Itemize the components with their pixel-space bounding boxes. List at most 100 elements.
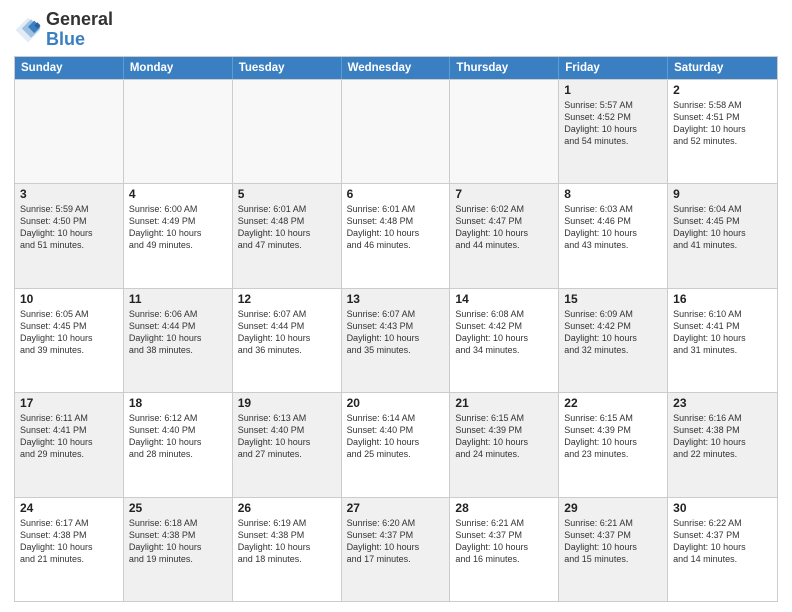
- calendar-cell: 3 Sunrise: 5:59 AM Sunset: 4:50 PM Daylig…: [15, 184, 124, 287]
- calendar-cell: 4Sunrise: 6:00 AM Sunset: 4:49 PM Daylig…: [124, 184, 233, 287]
- calendar-cell: 12Sunrise: 6:07 AM Sunset: 4:44 PM Dayli…: [233, 289, 342, 392]
- logo: General Blue: [14, 10, 113, 50]
- calendar-cell: 29 Sunrise: 6:21 AM Sunset: 4:37 PM Dayli…: [559, 498, 668, 601]
- day-number: 3: [20, 187, 118, 201]
- day-info: Sunrise: 6:01 AM Sunset: 4:48 PM Dayligh…: [347, 203, 445, 252]
- calendar-cell: 2Sunrise: 5:58 AM Sunset: 4:51 PM Daylig…: [668, 80, 777, 183]
- day-info: Sunrise: 6:08 AM Sunset: 4:42 PM Dayligh…: [455, 308, 553, 357]
- calendar-cell: 22 Sunrise: 6:15 AM Sunset: 4:39 PM Dayli…: [559, 393, 668, 496]
- day-number: 27: [347, 501, 445, 515]
- day-info: Sunrise: 6:18 AM Sunset: 4:38 PM Dayligh…: [129, 517, 227, 566]
- day-number: 10: [20, 292, 118, 306]
- day-number: 17: [20, 396, 118, 410]
- calendar-body: 1 Sunrise: 5:57 AM Sunset: 4:52 PM Daylig…: [15, 79, 777, 601]
- calendar: SundayMondayTuesdayWednesdayThursdayFrid…: [14, 56, 778, 602]
- day-info: Sunrise: 6:14 AM Sunset: 4:40 PM Dayligh…: [347, 412, 445, 461]
- day-number: 28: [455, 501, 553, 515]
- day-number: 18: [129, 396, 227, 410]
- day-number: 16: [673, 292, 772, 306]
- calendar-cell: 9Sunrise: 6:04 AM Sunset: 4:45 PM Daylig…: [668, 184, 777, 287]
- calendar-cell: 11 Sunrise: 6:06 AM Sunset: 4:44 PM Dayli…: [124, 289, 233, 392]
- calendar-header: SundayMondayTuesdayWednesdayThursdayFrid…: [15, 57, 777, 79]
- calendar-cell: 14 Sunrise: 6:08 AM Sunset: 4:42 PM Dayli…: [450, 289, 559, 392]
- day-number: 15: [564, 292, 662, 306]
- calendar-cell: 27 Sunrise: 6:20 AM Sunset: 4:37 PM Dayli…: [342, 498, 451, 601]
- weekday-header-thursday: Thursday: [450, 57, 559, 79]
- day-number: 6: [347, 187, 445, 201]
- calendar-cell: 13 Sunrise: 6:07 AM Sunset: 4:43 PM Dayli…: [342, 289, 451, 392]
- day-number: 12: [238, 292, 336, 306]
- day-number: 7: [455, 187, 553, 201]
- calendar-cell: 16 Sunrise: 6:10 AM Sunset: 4:41 PM Dayli…: [668, 289, 777, 392]
- day-info: Sunrise: 6:20 AM Sunset: 4:37 PM Dayligh…: [347, 517, 445, 566]
- day-info: Sunrise: 6:12 AM Sunset: 4:40 PM Dayligh…: [129, 412, 227, 461]
- calendar-cell: [233, 80, 342, 183]
- day-number: 26: [238, 501, 336, 515]
- calendar-cell: 18 Sunrise: 6:12 AM Sunset: 4:40 PM Dayli…: [124, 393, 233, 496]
- day-info: Sunrise: 6:19 AM Sunset: 4:38 PM Dayligh…: [238, 517, 336, 566]
- calendar-row-3: 10Sunrise: 6:05 AM Sunset: 4:45 PM Dayli…: [15, 288, 777, 392]
- day-info: Sunrise: 6:04 AM Sunset: 4:45 PM Dayligh…: [673, 203, 772, 252]
- day-number: 22: [564, 396, 662, 410]
- calendar-cell: 5Sunrise: 6:01 AM Sunset: 4:48 PM Daylig…: [233, 184, 342, 287]
- day-info: Sunrise: 6:15 AM Sunset: 4:39 PM Dayligh…: [564, 412, 662, 461]
- day-number: 19: [238, 396, 336, 410]
- calendar-cell: 24Sunrise: 6:17 AM Sunset: 4:38 PM Dayli…: [15, 498, 124, 601]
- calendar-cell: 8Sunrise: 6:03 AM Sunset: 4:46 PM Daylig…: [559, 184, 668, 287]
- day-number: 14: [455, 292, 553, 306]
- calendar-cell: 21Sunrise: 6:15 AM Sunset: 4:39 PM Dayli…: [450, 393, 559, 496]
- day-info: Sunrise: 6:17 AM Sunset: 4:38 PM Dayligh…: [20, 517, 118, 566]
- day-info: Sunrise: 6:00 AM Sunset: 4:49 PM Dayligh…: [129, 203, 227, 252]
- page: General Blue SundayMondayTuesdayWednesda…: [0, 0, 792, 612]
- day-number: 13: [347, 292, 445, 306]
- day-number: 29: [564, 501, 662, 515]
- calendar-cell: 19 Sunrise: 6:13 AM Sunset: 4:40 PM Dayli…: [233, 393, 342, 496]
- calendar-row-4: 17Sunrise: 6:11 AM Sunset: 4:41 PM Dayli…: [15, 392, 777, 496]
- weekday-header-saturday: Saturday: [668, 57, 777, 79]
- calendar-cell: 6 Sunrise: 6:01 AM Sunset: 4:48 PM Daylig…: [342, 184, 451, 287]
- calendar-row-2: 3 Sunrise: 5:59 AM Sunset: 4:50 PM Daylig…: [15, 183, 777, 287]
- day-info: Sunrise: 6:21 AM Sunset: 4:37 PM Dayligh…: [564, 517, 662, 566]
- calendar-cell: 25 Sunrise: 6:18 AM Sunset: 4:38 PM Dayli…: [124, 498, 233, 601]
- day-info: Sunrise: 6:07 AM Sunset: 4:43 PM Dayligh…: [347, 308, 445, 357]
- day-info: Sunrise: 6:06 AM Sunset: 4:44 PM Dayligh…: [129, 308, 227, 357]
- day-info: Sunrise: 6:03 AM Sunset: 4:46 PM Dayligh…: [564, 203, 662, 252]
- day-info: Sunrise: 6:09 AM Sunset: 4:42 PM Dayligh…: [564, 308, 662, 357]
- weekday-header-wednesday: Wednesday: [342, 57, 451, 79]
- day-info: Sunrise: 6:13 AM Sunset: 4:40 PM Dayligh…: [238, 412, 336, 461]
- day-info: Sunrise: 5:58 AM Sunset: 4:51 PM Dayligh…: [673, 99, 772, 148]
- calendar-cell: [450, 80, 559, 183]
- calendar-cell: 17Sunrise: 6:11 AM Sunset: 4:41 PM Dayli…: [15, 393, 124, 496]
- weekday-header-sunday: Sunday: [15, 57, 124, 79]
- day-number: 11: [129, 292, 227, 306]
- calendar-cell: 1 Sunrise: 5:57 AM Sunset: 4:52 PM Daylig…: [559, 80, 668, 183]
- day-number: 21: [455, 396, 553, 410]
- day-info: Sunrise: 5:57 AM Sunset: 4:52 PM Dayligh…: [564, 99, 662, 148]
- calendar-cell: 23 Sunrise: 6:16 AM Sunset: 4:38 PM Dayli…: [668, 393, 777, 496]
- logo-icon: [14, 16, 42, 44]
- day-number: 20: [347, 396, 445, 410]
- calendar-cell: 30 Sunrise: 6:22 AM Sunset: 4:37 PM Dayli…: [668, 498, 777, 601]
- calendar-cell: 20 Sunrise: 6:14 AM Sunset: 4:40 PM Dayli…: [342, 393, 451, 496]
- calendar-cell: [342, 80, 451, 183]
- header: General Blue: [14, 10, 778, 50]
- weekday-header-monday: Monday: [124, 57, 233, 79]
- weekday-header-tuesday: Tuesday: [233, 57, 342, 79]
- day-info: Sunrise: 6:02 AM Sunset: 4:47 PM Dayligh…: [455, 203, 553, 252]
- day-number: 1: [564, 83, 662, 97]
- calendar-cell: 15 Sunrise: 6:09 AM Sunset: 4:42 PM Dayli…: [559, 289, 668, 392]
- day-number: 25: [129, 501, 227, 515]
- day-info: Sunrise: 6:22 AM Sunset: 4:37 PM Dayligh…: [673, 517, 772, 566]
- calendar-cell: 7 Sunrise: 6:02 AM Sunset: 4:47 PM Daylig…: [450, 184, 559, 287]
- day-info: Sunrise: 6:16 AM Sunset: 4:38 PM Dayligh…: [673, 412, 772, 461]
- calendar-cell: 26 Sunrise: 6:19 AM Sunset: 4:38 PM Dayli…: [233, 498, 342, 601]
- weekday-header-friday: Friday: [559, 57, 668, 79]
- day-number: 23: [673, 396, 772, 410]
- day-info: Sunrise: 6:01 AM Sunset: 4:48 PM Dayligh…: [238, 203, 336, 252]
- calendar-row-5: 24Sunrise: 6:17 AM Sunset: 4:38 PM Dayli…: [15, 497, 777, 601]
- day-info: Sunrise: 6:10 AM Sunset: 4:41 PM Dayligh…: [673, 308, 772, 357]
- day-info: Sunrise: 6:21 AM Sunset: 4:37 PM Dayligh…: [455, 517, 553, 566]
- day-number: 30: [673, 501, 772, 515]
- day-info: Sunrise: 5:59 AM Sunset: 4:50 PM Dayligh…: [20, 203, 118, 252]
- calendar-cell: 28 Sunrise: 6:21 AM Sunset: 4:37 PM Dayli…: [450, 498, 559, 601]
